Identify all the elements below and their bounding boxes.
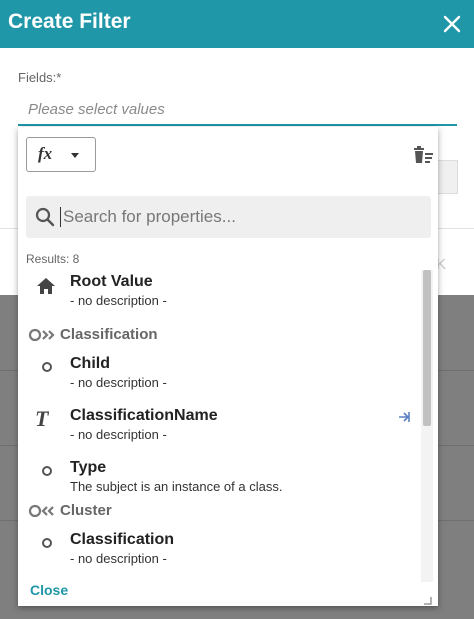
list-item-classification[interactable]: Classification - no description -	[18, 528, 420, 580]
property-search-input[interactable]	[61, 203, 421, 231]
function-icon: fx	[38, 144, 53, 163]
text-type-icon: T	[35, 406, 49, 431]
item-description: - no description -	[70, 551, 167, 566]
property-picker-panel: fx Results: 8 Root Value - no descriptio…	[18, 127, 438, 606]
panel-footer: Close	[18, 582, 438, 606]
item-title: Root Value	[70, 273, 153, 290]
resize-handle-icon[interactable]	[423, 592, 432, 605]
fields-select-input[interactable]: Please select values	[18, 96, 457, 126]
pin-icon[interactable]	[398, 410, 412, 424]
outgoing-relation-icon	[28, 328, 60, 342]
dialog-header: Create Filter	[0, 0, 474, 48]
function-dropdown-button[interactable]: fx	[26, 137, 96, 172]
property-search-box[interactable]	[26, 196, 431, 238]
property-list: Root Value - no description - Classifica…	[18, 270, 438, 582]
close-icon[interactable]	[438, 10, 466, 38]
list-item-classificationname[interactable]: T ClassificationName - no description -	[18, 404, 420, 456]
close-button[interactable]: Close	[30, 582, 68, 598]
item-title: Type	[70, 459, 107, 476]
results-count: Results: 8	[26, 252, 80, 266]
group-label: Cluster	[60, 502, 112, 519]
item-title: Child	[70, 355, 110, 372]
item-description: - no description -	[70, 293, 167, 308]
item-description: - no description -	[70, 427, 167, 442]
item-description: - no description -	[70, 375, 167, 390]
trash-list-icon[interactable]	[413, 145, 435, 165]
item-title: ClassificationName	[70, 407, 218, 424]
circle-icon	[42, 466, 52, 476]
incoming-relation-icon	[28, 504, 60, 518]
fields-placeholder: Please select values	[28, 101, 165, 118]
group-label: Classification	[60, 326, 158, 343]
search-icon	[34, 206, 56, 228]
home-icon	[36, 276, 56, 296]
item-title: Classification	[70, 531, 175, 548]
list-item-root-value[interactable]: Root Value - no description -	[18, 270, 420, 322]
circle-icon	[42, 362, 52, 372]
list-scrollbar-thumb[interactable]	[423, 270, 431, 426]
circle-icon	[42, 538, 52, 548]
group-header-classification: Classification	[28, 324, 408, 346]
fields-label: Fields:*	[18, 70, 62, 85]
group-header-cluster: Cluster	[28, 500, 408, 522]
caret-down-icon	[71, 153, 79, 158]
item-description: The subject is an instance of a class.	[70, 479, 283, 494]
list-item-child[interactable]: Child - no description -	[18, 352, 420, 404]
dialog-title: Create Filter	[8, 10, 131, 33]
